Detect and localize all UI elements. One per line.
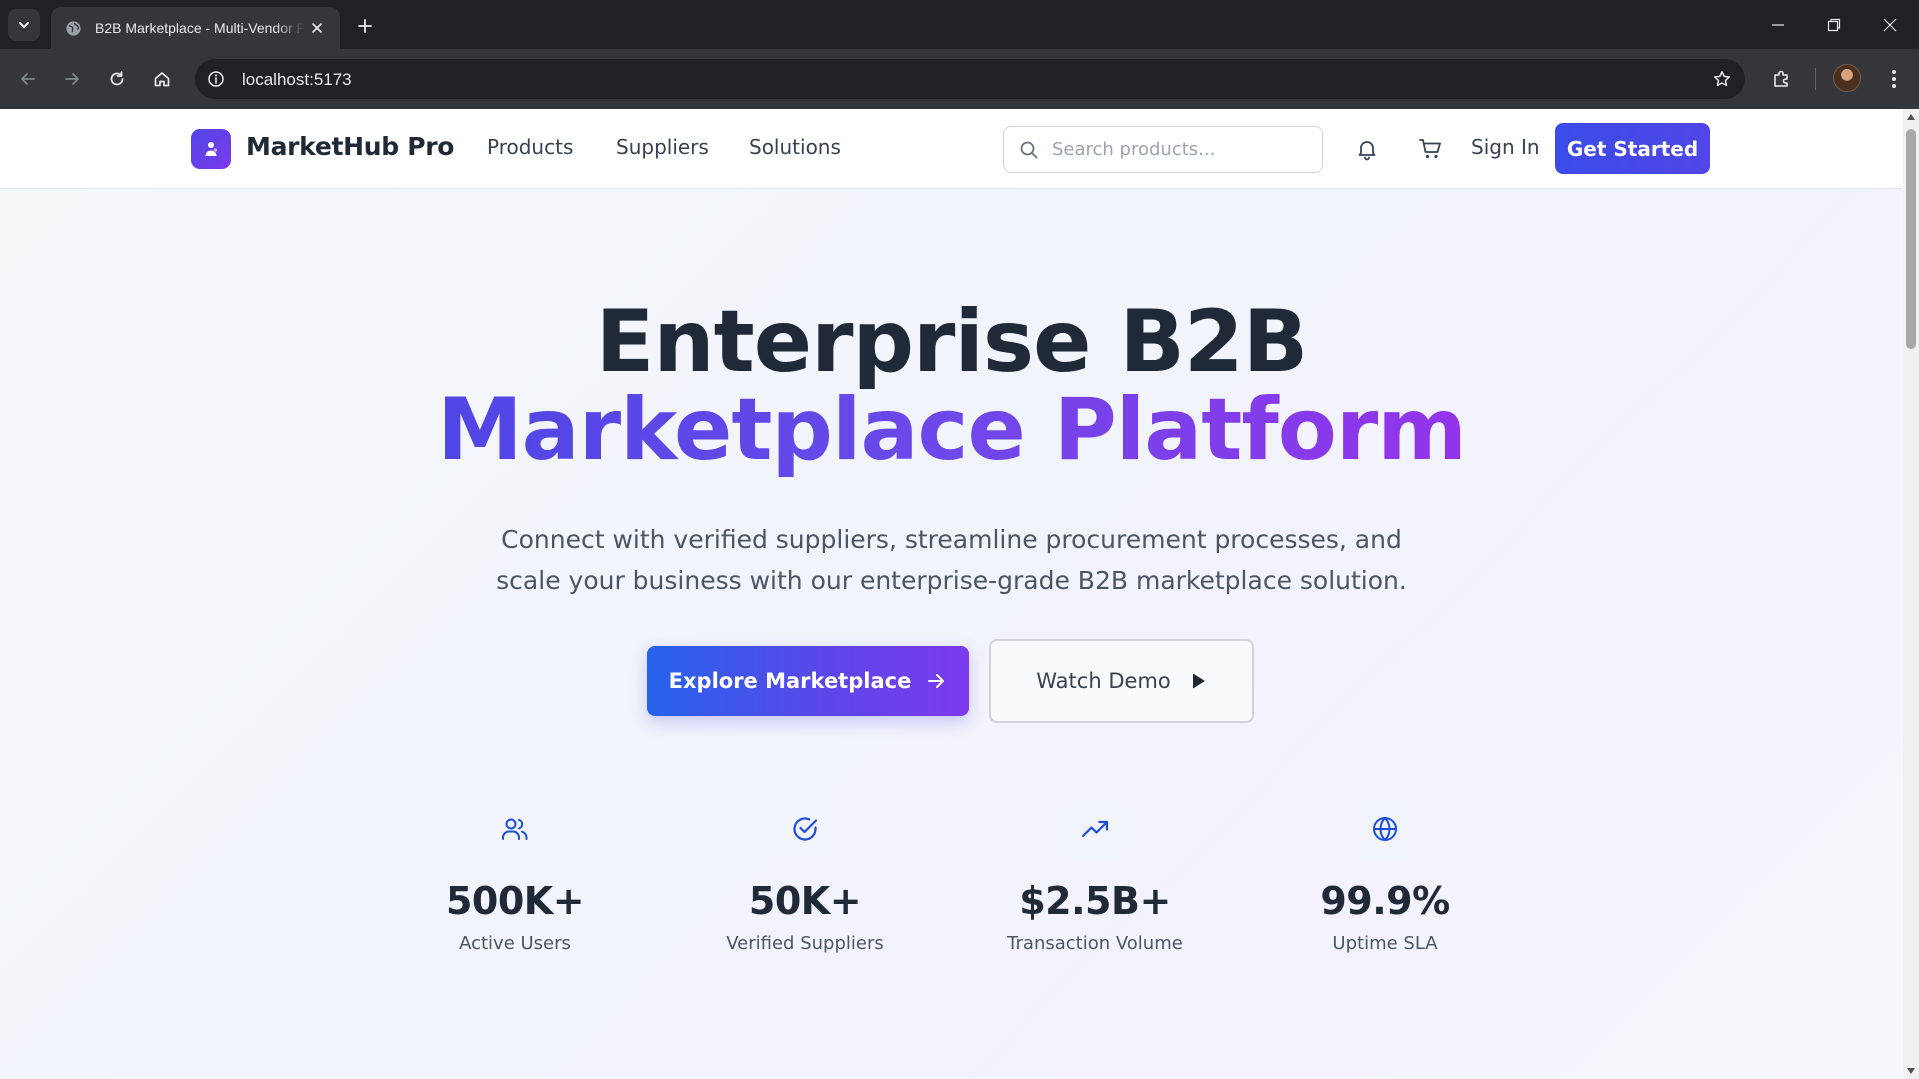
stat-value: $2.5B+: [1019, 879, 1171, 923]
get-started-button[interactable]: Get Started: [1555, 123, 1710, 174]
more-vertical-icon: [1892, 70, 1896, 88]
stat-value: 99.9%: [1320, 879, 1450, 923]
trending-up-icon: [1065, 799, 1125, 859]
stat-value: 500K+: [445, 879, 585, 923]
hero-subtitle-line: scale your business with our enterprise-…: [496, 566, 1407, 595]
search-box[interactable]: [1003, 126, 1323, 173]
browser-tab-bar: B2B Marketplace - Multi-Vendor Platform: [0, 0, 1919, 49]
close-icon: [1883, 18, 1897, 31]
minimize-icon: [1772, 23, 1784, 26]
home-icon: [154, 72, 170, 87]
hero-title: Enterprise B2B: [595, 292, 1309, 392]
scroll-down-arrow-icon[interactable]: [1907, 1068, 1915, 1074]
cart-button[interactable]: [1415, 133, 1447, 165]
arrow-left-icon: [21, 73, 35, 85]
bookmark-star-icon[interactable]: [1711, 68, 1733, 90]
back-button[interactable]: [13, 64, 43, 94]
stat-active-users: 500K+ Active Users: [395, 799, 635, 954]
forward-button[interactable]: [57, 64, 87, 94]
scrollbar-thumb[interactable]: [1906, 129, 1916, 349]
watch-demo-label: Watch Demo: [1036, 669, 1171, 693]
plus-icon: [358, 19, 372, 33]
stat-label: Active Users: [459, 933, 571, 954]
puzzle-icon: [1774, 70, 1788, 87]
stat-verified-suppliers: 50K+ Verified Suppliers: [685, 799, 925, 954]
restore-icon: [1827, 18, 1841, 31]
nav-suppliers[interactable]: Suppliers: [616, 135, 709, 159]
new-tab-button[interactable]: [351, 12, 379, 40]
logo-icon[interactable]: [191, 129, 231, 169]
stat-label: Verified Suppliers: [726, 933, 884, 954]
browser-toolbar: localhost:5173: [0, 49, 1919, 109]
tab-search-button[interactable]: [8, 9, 40, 41]
tab-title: B2B Marketplace - Multi-Vendor Platform: [95, 20, 305, 36]
arrow-right-icon: [928, 674, 945, 688]
hero-subtitle-line: Connect with verified suppliers, streaml…: [501, 525, 1402, 554]
globe-icon: [1355, 799, 1415, 859]
stat-uptime-sla: 99.9% Uptime SLA: [1265, 799, 1505, 954]
profile-avatar[interactable]: [1833, 64, 1861, 92]
stat-transaction-volume: $2.5B+ Transaction Volume: [975, 799, 1215, 954]
scroll-up-arrow-icon[interactable]: [1907, 114, 1915, 120]
nav-products[interactable]: Products: [487, 135, 573, 159]
globe-favicon-icon: [66, 20, 81, 36]
hero-subtitle: Connect with verified suppliers, streaml…: [0, 519, 1903, 601]
notifications-button[interactable]: [1351, 133, 1383, 165]
minimize-window-button[interactable]: [1750, 0, 1806, 49]
stat-value: 50K+: [748, 879, 862, 923]
stat-label: Uptime SLA: [1332, 933, 1438, 954]
site-info-icon[interactable]: [204, 67, 228, 91]
browser-tab[interactable]: B2B Marketplace - Multi-Vendor Platform: [51, 7, 340, 49]
explore-marketplace-label: Explore Marketplace: [668, 669, 912, 693]
chevron-down-icon: [19, 22, 29, 28]
check-circle-icon: [775, 799, 835, 859]
users-icon: [485, 799, 545, 859]
hero-title-highlight: Marketplace Platform: [0, 387, 1903, 473]
reload-button[interactable]: [102, 64, 132, 94]
stat-label: Transaction Volume: [1007, 933, 1183, 954]
home-button[interactable]: [147, 64, 177, 94]
toolbar-divider: [1815, 68, 1816, 90]
explore-marketplace-button[interactable]: Explore Marketplace: [647, 646, 969, 716]
url-text[interactable]: localhost:5173: [242, 70, 352, 90]
search-icon: [1020, 141, 1038, 159]
site-header: MarketHub Pro Products Suppliers Solutio…: [0, 109, 1903, 189]
page-viewport: MarketHub Pro Products Suppliers Solutio…: [0, 109, 1903, 1079]
extensions-button[interactable]: [1767, 64, 1797, 94]
close-window-button[interactable]: [1862, 0, 1918, 49]
watch-demo-button[interactable]: Watch Demo: [989, 639, 1254, 723]
brand-name[interactable]: MarketHub Pro: [246, 132, 454, 161]
reload-icon: [110, 71, 124, 86]
arrow-right-icon: [65, 73, 79, 85]
bell-icon: [1358, 141, 1376, 161]
sign-in-link[interactable]: Sign In: [1471, 135, 1540, 159]
restore-window-button[interactable]: [1806, 0, 1862, 49]
browser-menu-button[interactable]: [1879, 64, 1909, 94]
nav-solutions[interactable]: Solutions: [749, 135, 841, 159]
shopping-cart-icon: [1419, 139, 1441, 159]
search-input[interactable]: [1052, 127, 1312, 172]
play-icon: [1192, 673, 1205, 689]
hero-title-gradient-text: Marketplace Platform: [437, 380, 1467, 480]
page-scrollbar[interactable]: [1903, 109, 1919, 1079]
close-tab-icon[interactable]: [308, 19, 326, 37]
address-bar[interactable]: localhost:5173: [195, 59, 1745, 99]
